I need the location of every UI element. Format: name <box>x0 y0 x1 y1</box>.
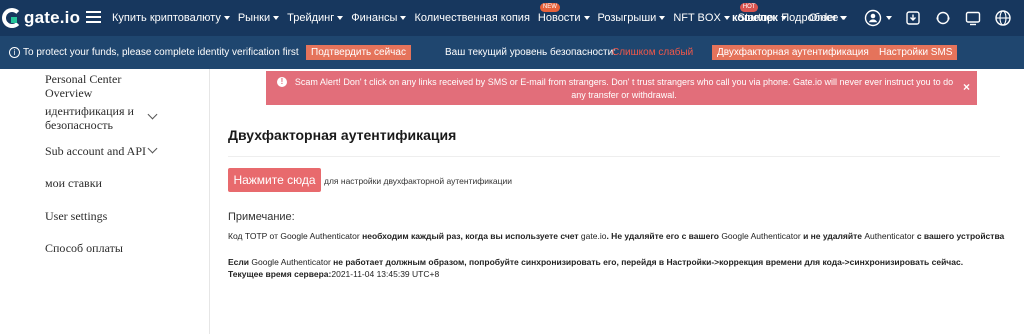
security-level-label: Ваш текущий уровень безопасности: <box>445 47 617 58</box>
chevron-down-icon[interactable] <box>147 109 158 120</box>
order-menu[interactable]: Order <box>809 12 846 24</box>
security-level-value: Слишком слабый <box>612 47 694 58</box>
sidebar: Personal Center Overview идентификация и… <box>0 69 210 334</box>
wallet-menu[interactable]: кошелек <box>732 12 787 24</box>
twofa-button[interactable]: Двухфакторная аутентификация <box>712 45 874 60</box>
note-title: Примечание: <box>228 211 295 223</box>
caret-down-icon <box>223 16 230 20</box>
nav-item-markets[interactable]: Рынки <box>238 12 280 24</box>
close-icon[interactable]: × <box>963 81 970 94</box>
verify-now-button[interactable]: Подтвердить сейчас <box>306 45 411 60</box>
scam-alert: ! Scam Alert! Don' t click on any links … <box>266 71 977 105</box>
nav-item-buy-crypto[interactable]: Купить криптовалюту <box>112 12 230 24</box>
nav-right-actions: кошелек Order <box>732 0 1024 36</box>
nav-item-giveaways[interactable]: Розыгрыши <box>598 12 666 24</box>
divider <box>228 156 1000 157</box>
page-title: Двухфакторная аутентификация <box>228 127 457 143</box>
caret-down-icon <box>659 16 666 20</box>
nav-item-nft-box[interactable]: NFT BOX <box>673 12 730 24</box>
nav-item-news[interactable]: NEW Новости <box>538 3 590 24</box>
logo-text: gate.io <box>24 8 81 27</box>
sidebar-item-user-settings[interactable]: User settings <box>45 209 107 223</box>
setup-2fa-button[interactable]: Нажмите сюда <box>228 168 321 192</box>
support-icon[interactable] <box>934 9 952 27</box>
message-icon[interactable] <box>964 9 982 27</box>
caret-down-icon <box>780 16 787 20</box>
warning-icon: ! <box>277 77 287 87</box>
nav-item-finance[interactable]: Финансы <box>351 12 407 24</box>
sidebar-item-security[interactable]: идентификация и безопасность <box>45 104 145 132</box>
download-icon[interactable] <box>904 9 922 27</box>
nav-item-quant-copy[interactable]: Количественная копия <box>414 12 529 24</box>
server-time: Текущее время сервера:2021-11-04 13:45:3… <box>228 269 440 279</box>
globe-icon[interactable] <box>994 9 1012 27</box>
setup-2fa-description: для настройки двухфакторной аутентификац… <box>324 176 512 186</box>
caret-down-icon <box>583 16 590 20</box>
caret-down-icon <box>273 16 280 20</box>
sidebar-item-sub-account[interactable]: Sub account and API <box>45 144 146 158</box>
scam-alert-text: Scam Alert! Don' t click on any links re… <box>294 77 954 100</box>
caret-down-icon[interactable] <box>886 16 892 20</box>
sms-settings-button[interactable]: Настройки SMS <box>874 45 958 60</box>
menu-icon[interactable] <box>86 11 101 23</box>
user-icon[interactable] <box>864 9 882 27</box>
note-sync: Если Google Authenticator не работает до… <box>228 257 964 267</box>
top-navigation: gate.io Купить криптовалюту Рынки Трейди… <box>0 0 1024 36</box>
sidebar-item-payment-method[interactable]: Способ оплаты <box>45 241 123 255</box>
verification-message: To protect your funds, please complete i… <box>23 47 299 58</box>
caret-down-icon <box>723 16 730 20</box>
note-totp: Код TOTP от Google Authenticator необход… <box>228 231 1005 241</box>
logo-icon <box>2 8 22 28</box>
caret-down-icon <box>337 16 344 20</box>
nav-item-trading[interactable]: Трейдинг <box>287 12 344 24</box>
gate-logo[interactable]: gate.io <box>2 6 80 30</box>
security-bar: i To protect your funds, please complete… <box>0 36 1024 69</box>
caret-down-icon <box>840 16 846 20</box>
sidebar-item-my-stakes[interactable]: мои ставки <box>45 176 102 190</box>
sidebar-item-overview[interactable]: Personal Center Overview <box>45 72 155 100</box>
new-badge: NEW <box>539 3 560 12</box>
caret-down-icon <box>400 16 407 20</box>
chevron-down-icon[interactable] <box>147 143 158 154</box>
info-icon: i <box>9 47 20 58</box>
